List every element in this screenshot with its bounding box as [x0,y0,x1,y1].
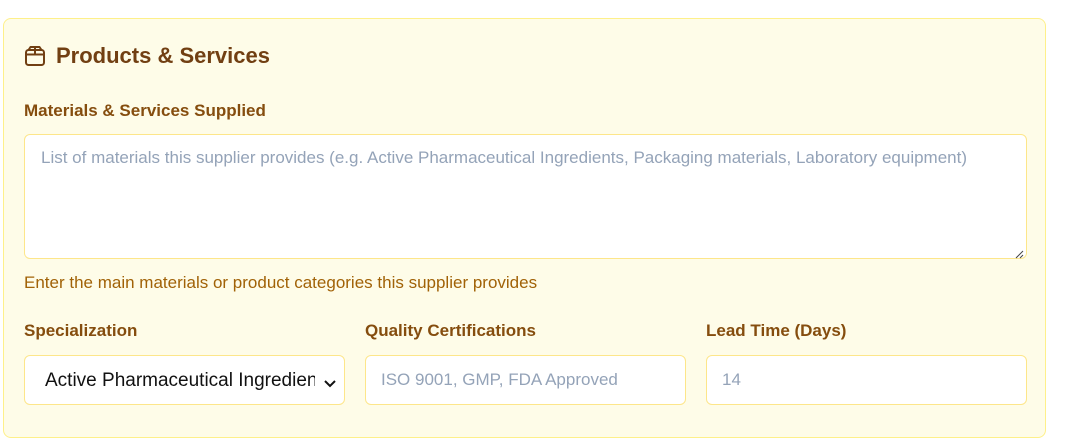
resize-handle-icon[interactable] [1014,246,1024,259]
lead-time-input[interactable] [707,356,1026,404]
certifications-label: Quality Certifications [365,321,536,340]
materials-textarea-container [24,134,1027,259]
section-header: Products & Services [24,43,270,69]
specialization-select[interactable]: Active Pharmaceutical Ingredients [24,355,345,405]
materials-label: Materials & Services Supplied [24,101,266,120]
specialization-selected-value: Active Pharmaceutical Ingredients [45,370,315,391]
products-services-card: Products & Services Materials & Services… [3,18,1046,438]
chevron-down-icon [324,375,336,393]
specialization-label: Specialization [24,321,138,340]
package-icon [24,45,46,67]
lead-time-label: Lead Time (Days) [706,321,847,340]
materials-help-text: Enter the main materials or product cate… [24,273,538,292]
materials-textarea[interactable] [25,135,1026,258]
certifications-field [365,355,686,405]
certifications-input[interactable] [366,356,685,404]
lead-time-field [706,355,1027,405]
section-title: Products & Services [56,43,270,68]
